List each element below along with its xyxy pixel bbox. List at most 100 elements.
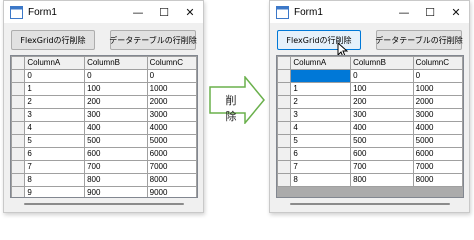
grid-cell[interactable]: 1: [24, 82, 86, 96]
grid-cell[interactable]: 700: [84, 160, 148, 174]
column-header[interactable]: ColumnB: [350, 56, 414, 70]
row-header[interactable]: [11, 173, 26, 187]
grid-cell[interactable]: 2000: [146, 95, 197, 109]
grid-cell[interactable]: 9000: [146, 186, 197, 197]
maximize-icon[interactable]: ☐: [417, 1, 443, 23]
grid-cell[interactable]: 3000: [412, 108, 463, 122]
grid-cell[interactable]: 3000: [146, 108, 197, 122]
grid-cell[interactable]: 0: [84, 69, 148, 83]
table-row[interactable]: 00: [277, 69, 463, 83]
row-header[interactable]: [11, 147, 26, 161]
scrollbar-thumb[interactable]: [290, 203, 450, 205]
column-header[interactable]: ColumnA: [290, 56, 352, 70]
row-header[interactable]: [277, 121, 292, 135]
grid-cell[interactable]: 100: [350, 82, 414, 96]
grid-cell[interactable]: 5000: [412, 134, 463, 148]
grid-cell[interactable]: 5: [24, 134, 86, 148]
row-header[interactable]: [11, 134, 26, 148]
row-header[interactable]: [11, 69, 26, 83]
grid-cell[interactable]: 9: [24, 186, 86, 197]
grid-cell[interactable]: 400: [84, 121, 148, 135]
table-row[interactable]: 5 500 5000: [277, 134, 463, 148]
grid-cell[interactable]: 800: [84, 173, 148, 187]
table-row[interactable]: 8 800 8000: [277, 173, 463, 187]
row-header[interactable]: [277, 160, 292, 174]
grid-cell[interactable]: 6: [290, 147, 352, 161]
flexgrid[interactable]: ColumnA ColumnB ColumnC 0 0 1 100 1000 2 200 2000 3…: [276, 55, 464, 198]
table-row[interactable]: 2 200 2000: [11, 95, 197, 109]
grid-cell[interactable]: 8000: [146, 173, 197, 187]
table-row[interactable]: 000: [11, 69, 197, 83]
grid-cell[interactable]: 6000: [146, 147, 197, 161]
row-header[interactable]: [11, 186, 26, 197]
grid-cell[interactable]: 500: [350, 134, 414, 148]
table-row[interactable]: 1 100 1000: [11, 82, 197, 96]
grid-cell[interactable]: 600: [350, 147, 414, 161]
table-row[interactable]: 6 600 6000: [11, 147, 197, 161]
close-icon[interactable]: ✕: [177, 1, 203, 23]
grid-cell[interactable]: 0: [350, 69, 414, 83]
table-row[interactable]: 4 400 4000: [277, 121, 463, 135]
datatable-delete-row-button[interactable]: データテーブルの行削除: [375, 30, 463, 50]
column-header[interactable]: ColumnC: [412, 56, 463, 70]
minimize-icon[interactable]: —: [391, 1, 417, 23]
close-icon[interactable]: ✕: [443, 1, 469, 23]
grid-cell[interactable]: 8: [290, 173, 352, 187]
grid-cell[interactable]: 2: [290, 95, 352, 109]
grid-cell[interactable]: 1: [290, 82, 352, 96]
grid-cell[interactable]: 6000: [412, 147, 463, 161]
grid-cell[interactable]: 5000: [146, 134, 197, 148]
column-header[interactable]: ColumnA: [24, 56, 86, 70]
table-row[interactable]: 7 700 7000: [11, 160, 197, 174]
grid-cell[interactable]: 2: [24, 95, 86, 109]
scrollbar-thumb[interactable]: [24, 203, 184, 205]
table-row[interactable]: 3 300 3000: [277, 108, 463, 122]
grid-cell[interactable]: 3: [24, 108, 86, 122]
horizontal-scrollbar[interactable]: [10, 198, 198, 209]
table-row[interactable]: 7 700 7000: [277, 160, 463, 174]
row-header[interactable]: [277, 173, 292, 187]
grid-cell[interactable]: 900: [84, 186, 148, 197]
column-header[interactable]: ColumnC: [146, 56, 197, 70]
row-header[interactable]: [277, 95, 292, 109]
table-row[interactable]: 9 900 9000: [11, 186, 197, 197]
table-row[interactable]: 3 300 3000: [11, 108, 197, 122]
column-header[interactable]: ColumnB: [84, 56, 148, 70]
row-header[interactable]: [277, 134, 292, 148]
grid-cell[interactable]: 1000: [146, 82, 197, 96]
row-header[interactable]: [11, 82, 26, 96]
grid-cell[interactable]: 0: [146, 69, 197, 83]
grid-cell[interactable]: 7000: [412, 160, 463, 174]
grid-cell[interactable]: 500: [84, 134, 148, 148]
maximize-icon[interactable]: ☐: [151, 1, 177, 23]
row-header[interactable]: [277, 82, 292, 96]
grid-cell[interactable]: 200: [350, 95, 414, 109]
row-header[interactable]: [277, 147, 292, 161]
row-header[interactable]: [11, 95, 26, 109]
grid-cell[interactable]: 200: [84, 95, 148, 109]
grid-cell[interactable]: 600: [84, 147, 148, 161]
row-header[interactable]: [11, 121, 26, 135]
flexgrid-delete-row-button[interactable]: FlexGridの行削除: [11, 30, 95, 50]
row-header[interactable]: [277, 108, 292, 122]
grid-cell[interactable]: 5: [290, 134, 352, 148]
grid-cell[interactable]: 300: [84, 108, 148, 122]
table-row[interactable]: 5 500 5000: [11, 134, 197, 148]
grid-cell[interactable]: [290, 69, 352, 83]
grid-cell[interactable]: 1000: [412, 82, 463, 96]
grid-cell[interactable]: 2000: [412, 95, 463, 109]
grid-cell[interactable]: 0: [24, 69, 86, 83]
grid-cell[interactable]: 8000: [412, 173, 463, 187]
grid-cell[interactable]: 8: [24, 173, 86, 187]
grid-cell[interactable]: 7: [24, 160, 86, 174]
datatable-delete-row-button[interactable]: データテーブルの行削除: [109, 30, 197, 50]
grid-cell[interactable]: 3: [290, 108, 352, 122]
grid-cell[interactable]: 4: [290, 121, 352, 135]
table-row[interactable]: 6 600 6000: [277, 147, 463, 161]
grid-cell[interactable]: 800: [350, 173, 414, 187]
grid-cell[interactable]: 300: [350, 108, 414, 122]
minimize-icon[interactable]: —: [125, 1, 151, 23]
grid-cell[interactable]: 4000: [412, 121, 463, 135]
grid-cell[interactable]: 700: [350, 160, 414, 174]
table-row[interactable]: 2 200 2000: [277, 95, 463, 109]
